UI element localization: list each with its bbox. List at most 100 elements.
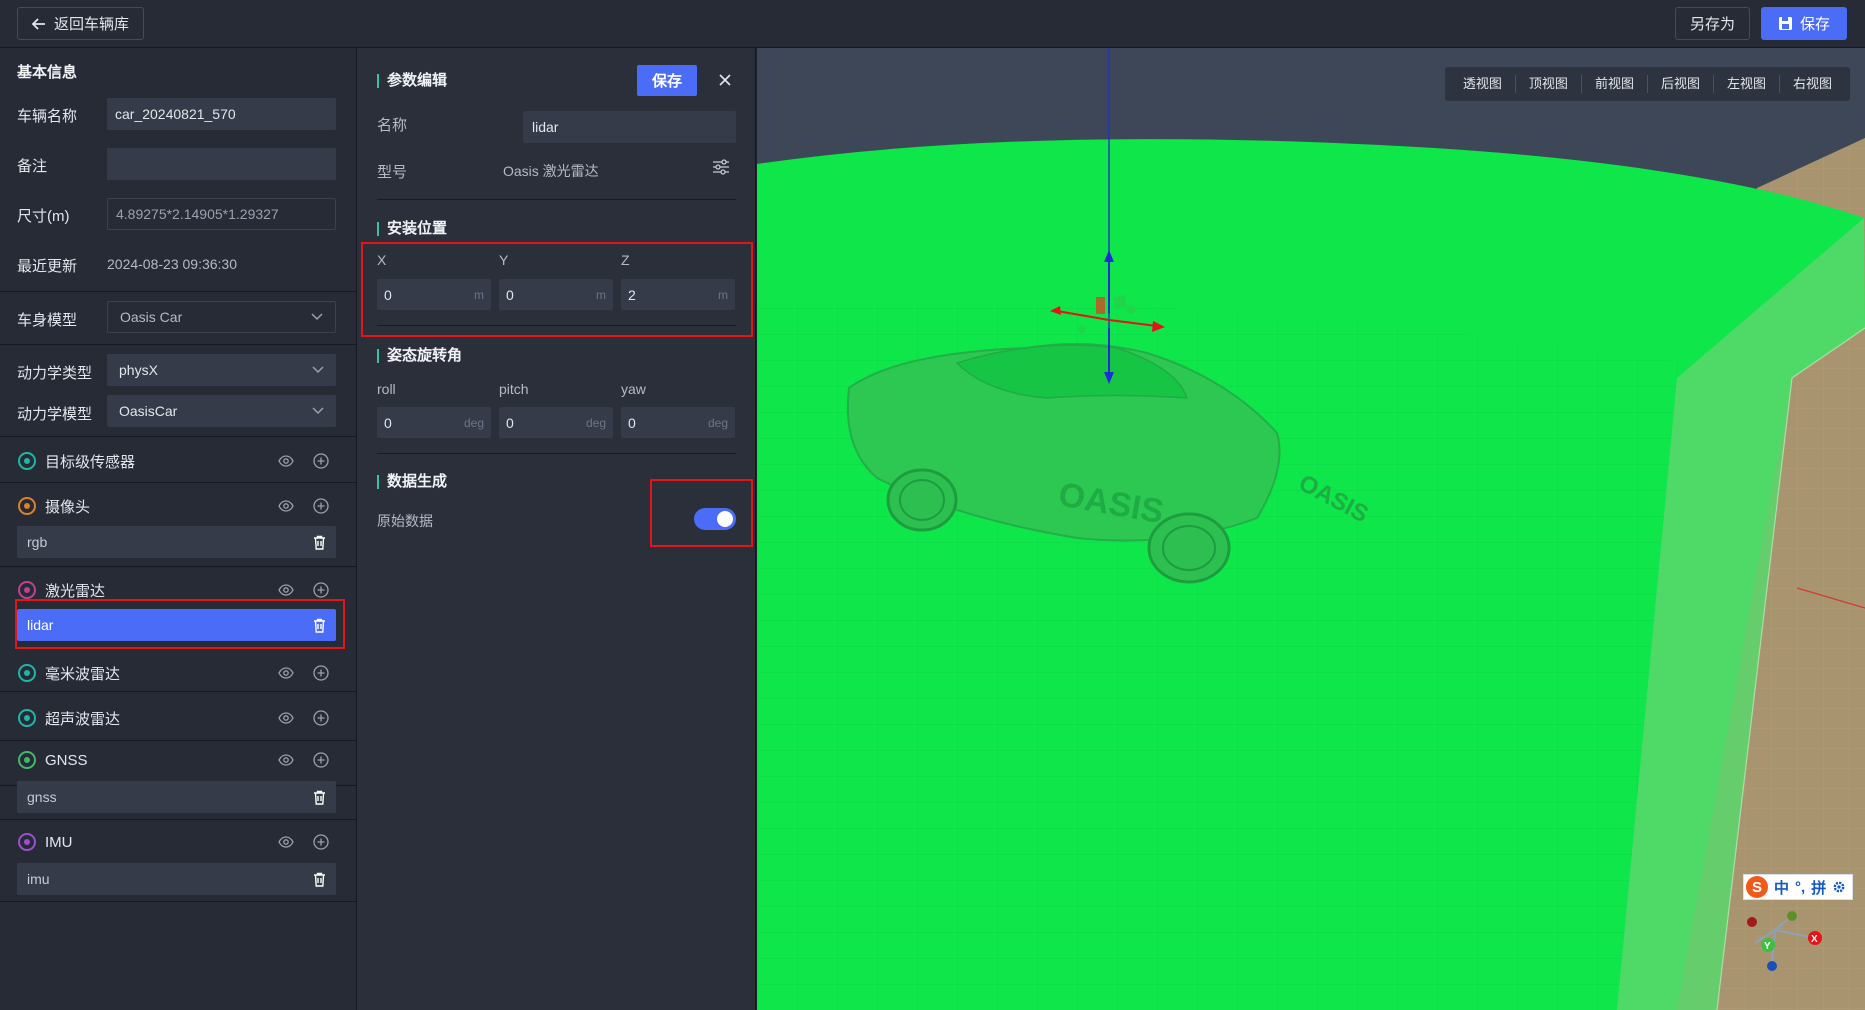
install-position-title: 安装位置 [377,221,447,236]
divider [0,436,357,437]
sensor-category-camera: 摄像头 [0,486,357,526]
view-toolbar: 透视图 顶视图 前视图 后视图 左视图 右视图 [1444,67,1850,101]
param-editor-title: 参数编辑 [377,73,447,88]
pitch-unit: deg [585,415,606,430]
size-label: 尺寸(m) [17,208,70,225]
sensor-category-label: 激光雷达 [45,582,106,600]
yaw-label: yaw [621,381,646,397]
gear-icon[interactable] [1832,880,1846,894]
view-perspective-button[interactable]: 透视图 [1450,75,1516,93]
divider [0,901,357,902]
imu-icon [18,833,36,851]
view-top-button[interactable]: 顶视图 [1516,75,1582,93]
add-sensor-icon[interactable] [313,582,329,598]
body-model-select[interactable]: Oasis Car [107,301,336,333]
eye-icon[interactable] [278,836,294,848]
eye-icon[interactable] [278,584,294,596]
3d-viewport[interactable]: OASIS OASIS X Y 透视图 顶视图 前视图 后视图 左视图 右视图 [757,48,1865,1010]
vehicle-name-input[interactable]: car_20240821_570 [107,98,336,130]
lidar-icon [18,581,36,599]
eye-icon[interactable] [278,500,294,512]
divider [377,453,736,454]
sensor-category-radar: 毫米波雷达 [0,653,357,693]
eye-icon[interactable] [278,712,294,724]
body-model-label: 车身模型 [17,312,78,329]
roll-input[interactable]: 0 deg [377,407,491,438]
yaw-input[interactable]: 0 deg [621,407,735,438]
gnss-icon [18,751,36,769]
save-button[interactable]: 保存 [1761,7,1847,40]
save-label: 保存 [1799,16,1830,33]
model-label: 型号 [377,164,408,181]
basic-info-title: 基本信息 [17,64,78,81]
roll-unit: deg [463,415,484,430]
ime-punct[interactable]: °, [1795,879,1805,896]
pitch-label: pitch [499,381,529,397]
divider [0,819,357,820]
view-left-button[interactable]: 左视图 [1714,75,1780,93]
dynamics-type-label: 动力学类型 [17,365,93,382]
back-to-garage-button[interactable]: 返回车辆库 [17,7,145,40]
add-sensor-icon[interactable] [313,752,329,768]
sensor-item-gnss[interactable]: gnss [17,781,336,813]
data-generation-title: 数据生成 [377,474,447,489]
sensor-category-label: IMU [45,833,73,851]
target-sensor-icon [18,452,36,470]
divider [377,199,736,200]
dynamics-type-select[interactable]: physX [107,354,336,386]
vehicle-name-label: 车辆名称 [17,108,78,125]
yaw-unit: deg [707,415,728,430]
sensor-item-rgb[interactable]: rgb [17,526,336,558]
dynamics-model-value: OasisCar [119,403,178,419]
top-bar: 返回车辆库 另存为 保存 [0,0,1865,48]
pitch-input[interactable]: 0 deg [499,407,613,438]
sensor-name-label: 名称 [377,117,408,134]
sensor-category-label: 摄像头 [45,498,91,516]
model-value: Oasis 激光雷达 [503,163,599,179]
trash-icon[interactable] [313,872,326,887]
raw-data-toggle[interactable] [694,508,736,530]
trash-icon[interactable] [313,535,326,550]
add-sensor-icon[interactable] [313,710,329,726]
close-icon[interactable] [719,74,731,86]
ime-toolbar[interactable]: S 中 °, 拼 [1743,874,1854,900]
save-as-button[interactable]: 另存为 [1675,7,1750,40]
add-sensor-icon[interactable] [313,498,329,514]
camera-icon [18,497,36,515]
arrow-left-icon [32,17,45,30]
trash-icon[interactable] [313,790,326,805]
toggle-knob [717,511,733,527]
roll-label: roll [377,381,396,397]
add-sensor-icon[interactable] [313,665,329,681]
view-back-button[interactable]: 后视图 [1648,75,1714,93]
eye-icon[interactable] [278,455,294,467]
sensor-category-gnss: GNSS [0,740,357,780]
eye-icon[interactable] [278,667,294,679]
divider [0,482,357,483]
highlight-box [15,599,345,649]
sensor-item-imu[interactable]: imu [17,863,336,895]
chevron-down-icon [311,313,323,321]
settings-sliders-icon[interactable] [712,158,730,176]
add-sensor-icon[interactable] [313,453,329,469]
view-front-button[interactable]: 前视图 [1582,75,1648,93]
ime-mode[interactable]: 拼 [1811,877,1826,898]
note-input[interactable] [107,148,336,180]
raw-data-label: 原始数据 [377,513,433,529]
eye-icon[interactable] [278,754,294,766]
add-sensor-icon[interactable] [313,834,329,850]
dynamics-model-select[interactable]: OasisCar [107,395,336,427]
ime-lang[interactable]: 中 [1774,877,1789,898]
highlight-box [361,242,753,337]
sensor-name-input[interactable]: lidar [523,111,736,143]
sensor-item-label: rgb [27,534,48,550]
scene-canvas: OASIS OASIS X Y [757,48,1865,1010]
view-right-button[interactable]: 右视图 [1780,75,1845,93]
sensor-item-label: imu [27,871,50,887]
floppy-disk-icon [1778,17,1792,30]
updated-label: 最近更新 [17,258,78,275]
divider [0,291,357,292]
axis-y-label: Y [1764,941,1771,952]
sensor-category-target: 目标级传感器 [0,441,357,481]
param-save-button[interactable]: 保存 [637,65,697,96]
